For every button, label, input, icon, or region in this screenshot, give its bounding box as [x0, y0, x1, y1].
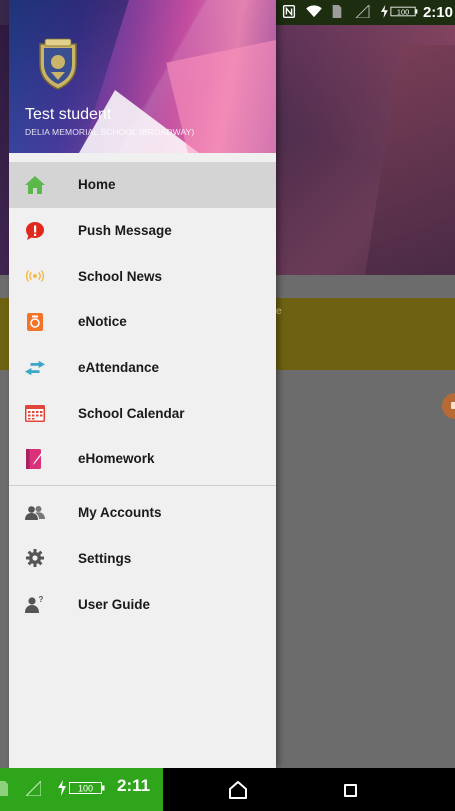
student-name: Test student	[25, 106, 112, 123]
school-name: DELIA MEMORIAL SCHOOL (BROADWAY)	[25, 127, 195, 137]
battery-charging-icon: 100	[58, 780, 105, 796]
svg-text:100: 100	[78, 784, 93, 794]
menu-item-my-accounts[interactable]: My Accounts	[9, 490, 276, 536]
menu-divider	[9, 484, 276, 486]
attendance-arrows-icon	[25, 358, 45, 378]
svg-text:?: ?	[39, 595, 44, 604]
homework-icon	[25, 448, 45, 469]
nfc-icon	[282, 5, 296, 18]
broadcast-icon	[25, 266, 45, 286]
drawer-header: Test student DELIA MEMORIAL SCHOOL (BROA…	[9, 0, 276, 153]
menu-item-eattendance[interactable]: eAttendance	[9, 345, 276, 391]
menu-item-label: eAttendance	[78, 360, 160, 376]
svg-text:100: 100	[397, 8, 409, 17]
home-icon	[25, 175, 45, 195]
school-crest-logo	[39, 38, 77, 90]
menu-item-home[interactable]: Home	[9, 162, 276, 208]
gear-icon	[25, 548, 45, 568]
menu-item-label: Home	[78, 177, 116, 193]
battery-charging-icon: 100	[380, 5, 418, 18]
nav-time: 2:11	[117, 776, 151, 795]
menu-item-ehomework[interactable]: eHomework	[9, 436, 276, 482]
user-guide-icon: ?	[25, 594, 45, 614]
menu-item-label: School Calendar	[78, 405, 185, 421]
sim-icon	[332, 5, 342, 18]
sim-icon	[0, 781, 8, 796]
menu-item-user-guide[interactable]: ? User Guide	[9, 581, 276, 627]
menu-item-label: My Accounts	[78, 505, 162, 521]
navigation-bar: 100 2:11	[0, 768, 455, 811]
menu-item-label: eHomework	[78, 451, 155, 467]
recent-apps-button[interactable]	[344, 784, 357, 797]
signal-icon	[355, 5, 370, 18]
menu-item-label: Settings	[78, 550, 132, 566]
menu-item-label: School News	[78, 268, 163, 284]
floating-action-button[interactable]	[442, 393, 455, 419]
menu-item-enotice[interactable]: eNotice	[9, 299, 276, 345]
notice-icon	[25, 312, 45, 332]
navigation-drawer: Test student DELIA MEMORIAL SCHOOL (BROA…	[9, 0, 276, 768]
calendar-icon	[25, 403, 45, 423]
menu-item-label: eNotice	[78, 314, 127, 330]
accounts-icon	[25, 503, 45, 523]
home-button[interactable]	[228, 780, 248, 800]
menu-item-settings[interactable]: Settings	[9, 536, 276, 582]
menu-item-school-news[interactable]: School News	[9, 253, 276, 299]
wifi-icon	[306, 5, 322, 18]
menu-item-label: User Guide	[78, 596, 151, 612]
nav-status-strip: 100 2:11	[0, 768, 163, 811]
menu-item-push-message[interactable]: Push Message	[9, 208, 276, 254]
menu-item-school-calendar[interactable]: School Calendar	[9, 390, 276, 436]
signal-icon	[26, 781, 41, 796]
drawer-menu: Home Push Message School News eNotice eA…	[9, 162, 276, 627]
menu-item-label: Push Message	[78, 223, 172, 239]
status-time: 2:10	[422, 4, 453, 21]
push-message-icon	[25, 221, 45, 241]
